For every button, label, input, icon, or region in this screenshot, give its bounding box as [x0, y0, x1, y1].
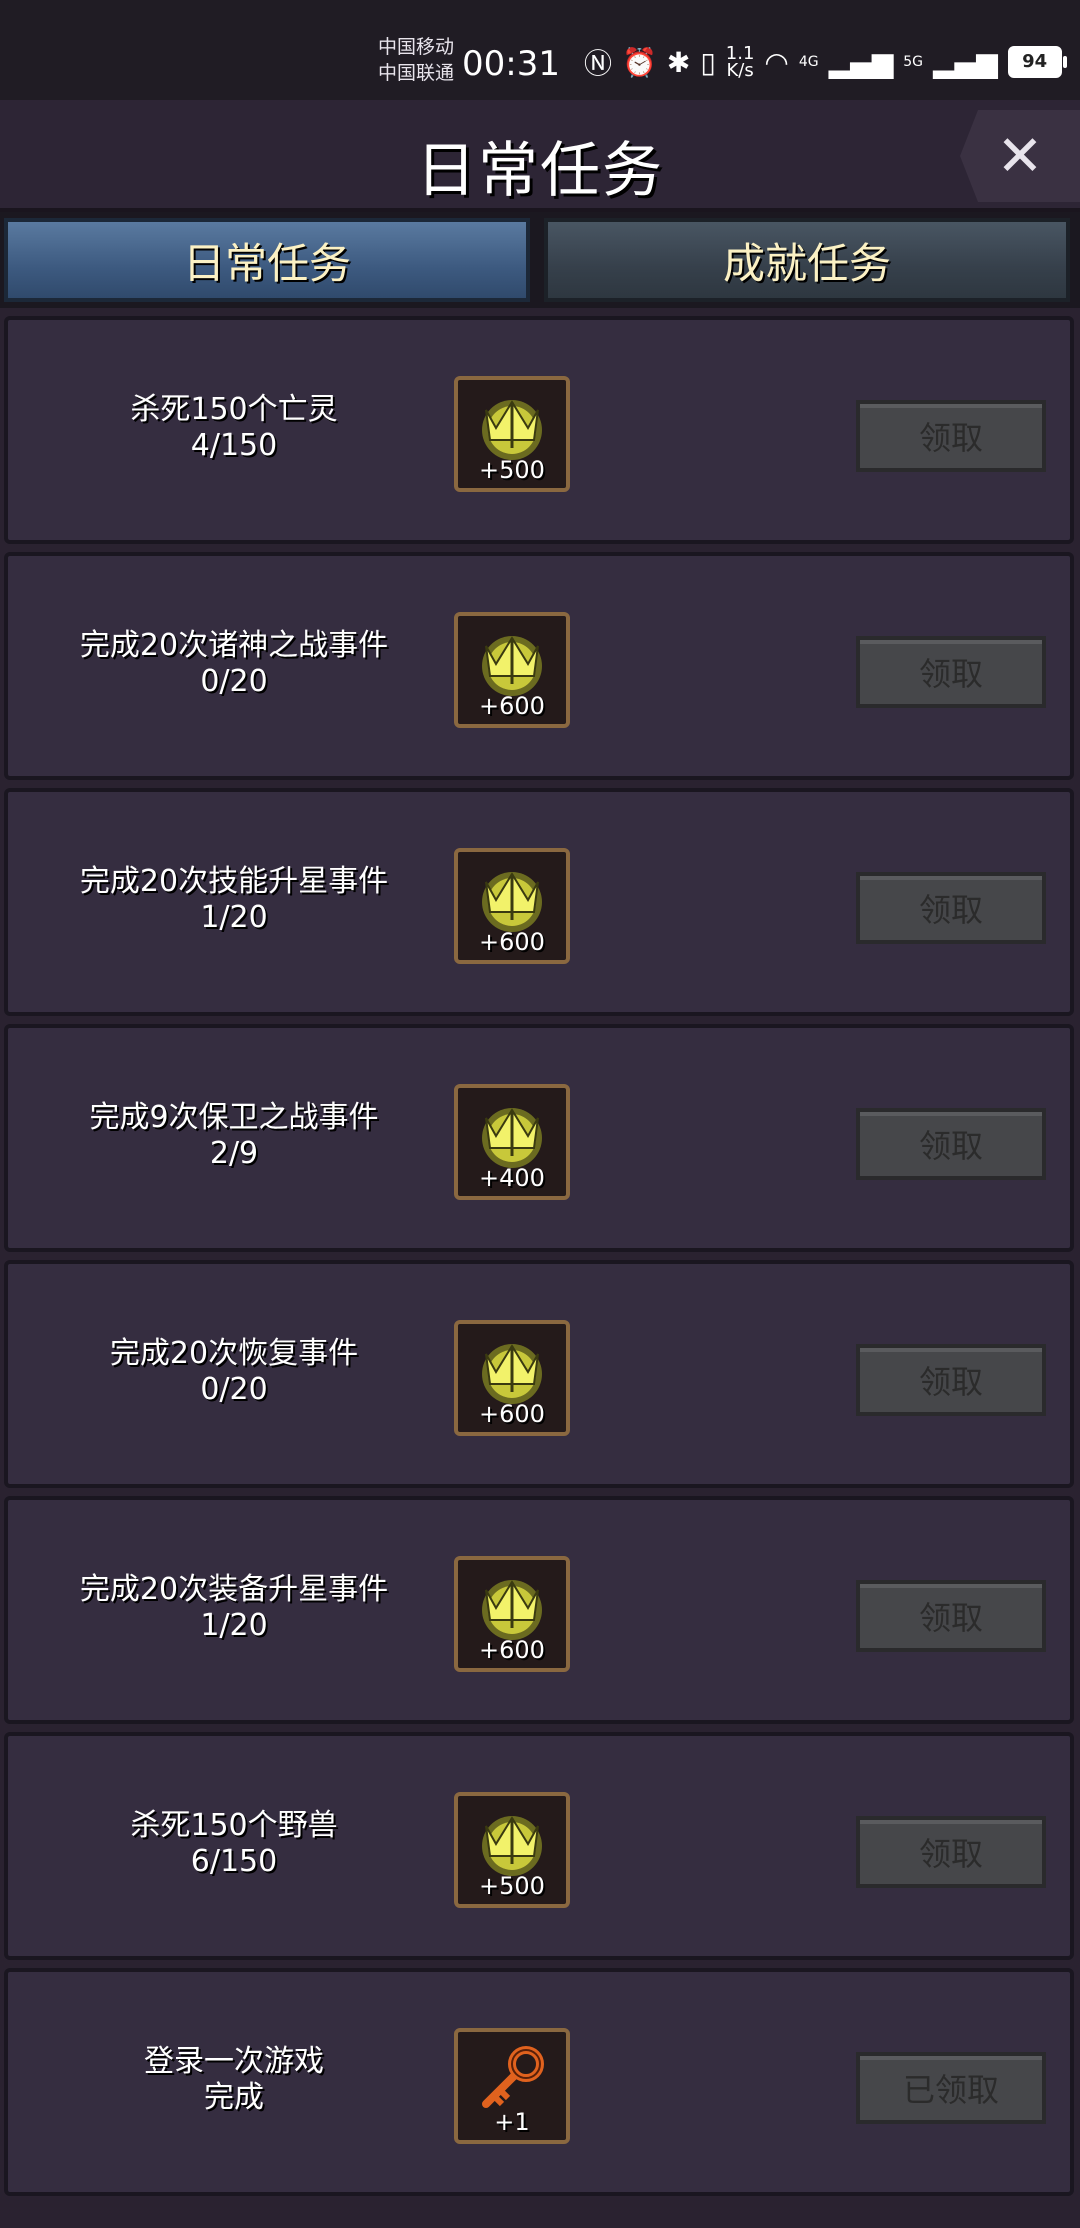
tab-daily-tasks[interactable]: 日常任务: [4, 218, 530, 302]
claim-button[interactable]: 领取: [856, 1580, 1046, 1652]
task-row: 完成20次诸神之战事件 0/20 +600 领取: [4, 552, 1074, 780]
reward-slot: +600: [454, 1320, 570, 1436]
claim-button[interactable]: 领取: [856, 1816, 1046, 1888]
task-text: 登录一次游戏 完成: [24, 2044, 444, 2116]
reward-amount: +600: [479, 928, 545, 956]
task-row: 登录一次游戏 完成 +1 已领取: [4, 1968, 1074, 2196]
task-text: 完成9次保卫之战事件 2/9: [24, 1100, 444, 1172]
claim-button[interactable]: 领取: [856, 1108, 1046, 1180]
task-progress: 0/20: [200, 1372, 268, 1407]
reward-slot: +600: [454, 1556, 570, 1672]
net-speed: 1.1 K/s: [726, 45, 755, 81]
vibrate-icon: ▯: [700, 45, 716, 79]
reward-slot: +600: [454, 848, 570, 964]
task-progress: 4/150: [190, 428, 278, 463]
task-progress: 完成: [204, 2080, 264, 2115]
status-icons: Ⓝ ⏰ ✱ ▯ 1.1 K/s ◠ 4G ▂▄▆ 5G ▂▄▆ 94: [584, 44, 1067, 81]
task-row: 完成9次保卫之战事件 2/9 +400 领取: [4, 1024, 1074, 1252]
task-progress: 0/20: [200, 664, 268, 699]
task-row: 完成20次恢复事件 0/20 +600 领取: [4, 1260, 1074, 1488]
task-title: 完成20次技能升星事件: [79, 864, 389, 899]
task-progress: 2/9: [209, 1136, 259, 1171]
task-row: 杀死150个亡灵 4/150 +500 领取: [4, 316, 1074, 544]
close-icon: ✕: [996, 123, 1044, 189]
task-text: 完成20次恢复事件 0/20: [24, 1336, 444, 1408]
carrier-1: 中国移动: [378, 36, 455, 58]
task-row: 杀死150个野兽 6/150 +500 领取: [4, 1732, 1074, 1960]
claim-button[interactable]: 领取: [856, 872, 1046, 944]
reward-amount: +500: [479, 456, 545, 484]
reward-amount: +600: [479, 1636, 545, 1664]
bluetooth-icon: ✱: [666, 45, 691, 79]
task-text: 完成20次诸神之战事件 0/20: [24, 628, 444, 700]
task-title: 杀死150个亡灵: [130, 392, 338, 427]
close-button[interactable]: ✕: [960, 110, 1080, 202]
net-speed-unit: K/s: [726, 60, 754, 81]
claim-button[interactable]: 领取: [856, 400, 1046, 472]
reward-amount: +500: [479, 1872, 545, 1900]
task-text: 杀死150个野兽 6/150: [24, 1808, 444, 1880]
task-text: 完成20次技能升星事件 1/20: [24, 864, 444, 936]
claimed-button[interactable]: 已领取: [856, 2052, 1046, 2124]
dialog-header: 日常任务 ✕: [0, 100, 1080, 212]
reward-amount: +600: [479, 1400, 545, 1428]
task-title: 完成9次保卫之战事件: [89, 1100, 379, 1135]
reward-slot: +1: [454, 2028, 570, 2144]
reward-amount: +1: [494, 2108, 530, 2136]
signal-bars-icon: ▂▄▆: [933, 45, 998, 79]
claim-button[interactable]: 领取: [856, 1344, 1046, 1416]
clock: 00:31: [462, 44, 560, 84]
task-title: 杀死150个野兽: [130, 1808, 338, 1843]
task-text: 杀死150个亡灵 4/150: [24, 392, 444, 464]
task-row: 完成20次技能升星事件 1/20 +600 领取: [4, 788, 1074, 1016]
tab-bar: 日常任务 成就任务: [0, 212, 1080, 308]
signal-label-2: 5G: [903, 54, 923, 70]
wifi-icon: ◠: [764, 45, 789, 79]
carrier-2: 中国联通: [378, 62, 455, 84]
reward-amount: +400: [479, 1164, 545, 1192]
reward-amount: +600: [479, 692, 545, 720]
task-title: 登录一次游戏: [144, 2044, 324, 2079]
battery-indicator: 94: [1007, 46, 1067, 78]
alarm-icon: ⏰: [622, 45, 657, 79]
nfc-icon: Ⓝ: [584, 47, 613, 80]
task-row: 完成20次装备升星事件 1/20 +600 领取: [4, 1496, 1074, 1724]
status-bar: 中国移动 中国联通 00:31 Ⓝ ⏰ ✱ ▯ 1.1 K/s ◠ 4G ▂▄▆…: [0, 0, 1080, 100]
reward-slot: +500: [454, 1792, 570, 1908]
carrier-info: 中国移动 中国联通: [378, 34, 454, 86]
reward-slot: +400: [454, 1084, 570, 1200]
task-title: 完成20次装备升星事件: [79, 1572, 389, 1607]
signal-label-1: 4G: [798, 54, 819, 70]
reward-slot: +500: [454, 376, 570, 492]
claim-button[interactable]: 领取: [856, 636, 1046, 708]
page-title: 日常任务: [416, 136, 664, 206]
reward-slot: +600: [454, 612, 570, 728]
tab-achievement-tasks[interactable]: 成就任务: [544, 218, 1070, 302]
signal-bars-icon: ▂▄▆: [828, 45, 894, 79]
task-progress: 1/20: [200, 1608, 268, 1643]
task-text: 完成20次装备升星事件 1/20: [24, 1572, 444, 1644]
task-title: 完成20次恢复事件: [109, 1336, 359, 1371]
task-title: 完成20次诸神之战事件: [79, 628, 389, 663]
task-progress: 6/150: [190, 1844, 278, 1879]
task-progress: 1/20: [200, 900, 268, 935]
